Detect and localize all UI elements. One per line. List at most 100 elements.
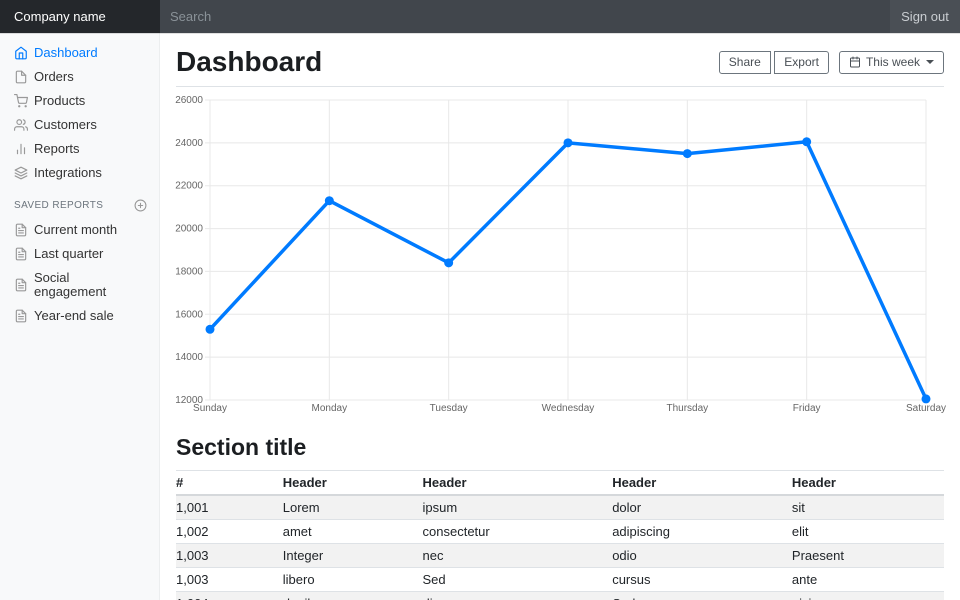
table-cell: nec <box>423 544 613 568</box>
sidebar-item-integrations[interactable]: Integrations <box>0 161 159 185</box>
sidebar-item-last-quarter[interactable]: Last quarter <box>0 242 159 266</box>
svg-text:Tuesday: Tuesday <box>430 403 468 414</box>
table-header-cell: Header <box>423 471 613 496</box>
svg-text:16000: 16000 <box>175 309 203 320</box>
svg-text:Sunday: Sunday <box>193 403 227 414</box>
file-text-icon <box>14 309 28 323</box>
table-cell: Lorem <box>283 495 423 520</box>
sidebar-item-reports[interactable]: Reports <box>0 137 159 161</box>
table-cell: diam <box>423 592 613 600</box>
sidebar-item-current-month[interactable]: Current month <box>0 218 159 242</box>
table-cell: libero <box>283 568 423 592</box>
table-cell: elit <box>792 520 944 544</box>
data-table: #HeaderHeaderHeaderHeader 1,001Loremipsu… <box>176 470 944 600</box>
svg-text:24000: 24000 <box>175 138 203 149</box>
sidebar-item-label: Products <box>34 94 85 108</box>
svg-text:Saturday: Saturday <box>906 403 946 414</box>
saved-reports-heading: Saved reports <box>0 185 159 218</box>
sign-out-link[interactable]: Sign out <box>890 0 960 33</box>
table-header-cell: Header <box>283 471 423 496</box>
home-icon <box>14 46 28 60</box>
table-cell: Integer <box>283 544 423 568</box>
toolbar: Share Export This week <box>719 51 944 74</box>
table-cell: amet <box>283 520 423 544</box>
sidebar-item-products[interactable]: Products <box>0 89 159 113</box>
table-header-row: #HeaderHeaderHeaderHeader <box>176 471 944 496</box>
table-header-cell: Header <box>612 471 792 496</box>
svg-text:14000: 14000 <box>175 352 203 363</box>
table-cell: 1,004 <box>176 592 283 600</box>
section-title: Section title <box>176 434 944 461</box>
chevron-down-icon <box>926 60 934 64</box>
table-cell: Sed <box>612 592 792 600</box>
svg-text:22000: 22000 <box>175 181 203 192</box>
week-dropdown-label: This week <box>866 55 920 70</box>
share-button[interactable]: Share <box>719 51 771 74</box>
sidebar-item-label: Last quarter <box>34 247 103 261</box>
share-export-group: Share Export <box>719 51 829 74</box>
file-icon <box>14 70 28 84</box>
svg-text:Friday: Friday <box>793 403 821 414</box>
users-icon <box>14 118 28 132</box>
table-cell: consectetur <box>423 520 613 544</box>
table-row: 1,004dapibusdiamSednisi <box>176 592 944 600</box>
sidebar-item-customers[interactable]: Customers <box>0 113 159 137</box>
sidebar-item-label: Reports <box>34 142 80 156</box>
calendar-icon <box>849 56 861 68</box>
table-row: 1,003IntegernecodioPraesent <box>176 544 944 568</box>
sidebar-item-social-engagement[interactable]: Social engagement <box>0 266 159 304</box>
table-cell: Sed <box>423 568 613 592</box>
export-button[interactable]: Export <box>774 51 829 74</box>
sales-line-chart: 1200014000160001800020000220002400026000… <box>176 93 944 418</box>
table-cell: sit <box>792 495 944 520</box>
table-body: 1,001Loremipsumdolorsit1,002ametconsecte… <box>176 495 944 600</box>
table-header-cell: Header <box>792 471 944 496</box>
table-row: 1,001Loremipsumdolorsit <box>176 495 944 520</box>
page-title: Dashboard <box>176 46 322 78</box>
top-navbar: Company name Sign out <box>0 0 960 33</box>
search-bar <box>160 0 890 33</box>
table-cell: ipsum <box>423 495 613 520</box>
table-row: 1,002ametconsecteturadipiscingelit <box>176 520 944 544</box>
svg-text:26000: 26000 <box>175 95 203 106</box>
sidebar-item-label: Integrations <box>34 166 102 180</box>
sidebar-item-dashboard[interactable]: Dashboard <box>0 41 159 65</box>
table-cell: cursus <box>612 568 792 592</box>
page-header: Dashboard Share Export This week <box>176 33 944 87</box>
table-cell: Praesent <box>792 544 944 568</box>
svg-text:18000: 18000 <box>175 266 203 277</box>
table-row: 1,003liberoSedcursusante <box>176 568 944 592</box>
svg-text:Wednesday: Wednesday <box>542 403 595 414</box>
table-cell: 1,003 <box>176 568 283 592</box>
table-header-cell: # <box>176 471 283 496</box>
saved-reports-label: Saved reports <box>14 200 103 211</box>
file-text-icon <box>14 223 28 237</box>
table-cell: adipiscing <box>612 520 792 544</box>
table-cell: ante <box>792 568 944 592</box>
file-text-icon <box>14 247 28 261</box>
sidebar-item-orders[interactable]: Orders <box>0 65 159 89</box>
brand[interactable]: Company name <box>0 0 160 33</box>
search-input[interactable] <box>160 0 890 33</box>
layers-icon <box>14 166 28 180</box>
plus-circle-icon[interactable] <box>134 199 147 212</box>
sidebar-item-label: Current month <box>34 223 117 237</box>
table-cell: dolor <box>612 495 792 520</box>
svg-text:Thursday: Thursday <box>666 403 708 414</box>
table-cell: dapibus <box>283 592 423 600</box>
week-dropdown-button[interactable]: This week <box>839 51 944 74</box>
sidebar-item-label: Year-end sale <box>34 309 114 323</box>
chart-container: 1200014000160001800020000220002400026000… <box>176 93 944 418</box>
sidebar-item-label: Social engagement <box>34 271 145 299</box>
sidebar-item-label: Dashboard <box>34 46 98 60</box>
svg-text:Monday: Monday <box>312 403 348 414</box>
sidebar-item-label: Customers <box>34 118 97 132</box>
sidebar-item-label: Orders <box>34 70 74 84</box>
bar-chart-icon <box>14 142 28 156</box>
sidebar: Dashboard Orders Products Customers Repo… <box>0 33 160 600</box>
sidebar-item-year-end-sale[interactable]: Year-end sale <box>0 304 159 328</box>
file-text-icon <box>14 278 28 292</box>
main-content: Dashboard Share Export This week 1200014… <box>160 33 960 600</box>
table-cell: 1,003 <box>176 544 283 568</box>
shopping-cart-icon <box>14 94 28 108</box>
